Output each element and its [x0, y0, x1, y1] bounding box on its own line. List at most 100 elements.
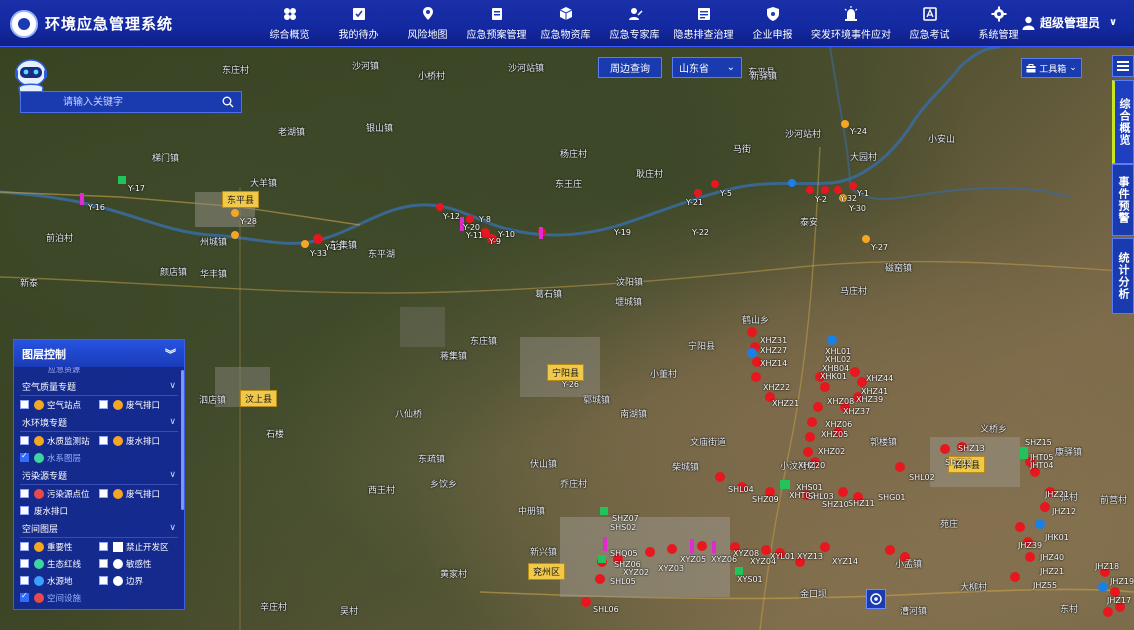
- marker-label[interactable]: Y-1: [857, 189, 869, 198]
- nearby-query-button[interactable]: 周边查询: [598, 57, 662, 78]
- marker-label[interactable]: JHT04: [1030, 461, 1053, 470]
- layer-item-gas-outlet-2[interactable]: 废气排口: [99, 488, 178, 500]
- nav-emergency-response[interactable]: 突发环境事件应对: [807, 0, 895, 47]
- layer-item-pollution-source[interactable]: 污染源点位: [20, 488, 99, 500]
- layer-item-importance[interactable]: 重要性: [20, 541, 99, 553]
- marker-label[interactable]: SHG01: [878, 493, 905, 502]
- marker-label[interactable]: XYS01: [737, 575, 763, 584]
- marker-label[interactable]: SHZ07: [612, 514, 639, 523]
- marker-label[interactable]: Y-19: [614, 228, 631, 237]
- marker-label[interactable]: XYZ08: [733, 549, 759, 558]
- checkbox[interactable]: [99, 436, 108, 445]
- marker-label[interactable]: JHZ21: [1045, 490, 1069, 499]
- marker-label[interactable]: Y-32: [840, 194, 857, 203]
- checkbox[interactable]: [20, 559, 29, 568]
- marker-label[interactable]: XYZ13: [797, 552, 823, 561]
- marker-label[interactable]: XHZ31: [760, 336, 787, 345]
- checkbox[interactable]: [99, 542, 108, 551]
- marker-label[interactable]: Y-26: [562, 380, 579, 389]
- county-label[interactable]: 宁阳县: [547, 364, 585, 381]
- marker-label[interactable]: SHS02: [610, 523, 636, 532]
- marker-label[interactable]: Y-30: [849, 204, 866, 213]
- marker-label[interactable]: XYZ02: [623, 568, 649, 577]
- layer-item-forbidden-zone[interactable]: 禁止开发区: [99, 541, 178, 553]
- marker-label[interactable]: Y-21: [686, 198, 703, 207]
- checkbox[interactable]: [20, 576, 29, 585]
- marker-label[interactable]: Y-13: [325, 243, 342, 252]
- user-menu[interactable]: 超级管理员 ∨: [1022, 14, 1117, 31]
- checkbox[interactable]: [20, 489, 29, 498]
- marker-label[interactable]: Y-10: [498, 230, 515, 239]
- toolbox-button[interactable]: 工具箱 ⌄: [1021, 58, 1082, 78]
- marker-label[interactable]: XHZ27: [760, 346, 787, 355]
- layer-item-eco-redline[interactable]: 生态红线: [20, 558, 99, 570]
- marker-label[interactable]: XHZ14: [760, 359, 787, 368]
- marker-label[interactable]: JHZ19: [1110, 577, 1134, 586]
- marker-label[interactable]: SHZ12: [945, 458, 972, 467]
- search-icon[interactable]: [222, 96, 234, 108]
- checkbox[interactable]: [99, 559, 108, 568]
- marker-label[interactable]: XHZ21: [772, 399, 799, 408]
- county-label[interactable]: 汶上县: [240, 390, 278, 407]
- search-input[interactable]: [21, 92, 222, 112]
- layer-item-spatial-facility[interactable]: 空间设施: [20, 591, 100, 604]
- marker-label[interactable]: Y-12: [443, 212, 460, 221]
- marker-label[interactable]: Y-17: [128, 184, 145, 193]
- marker-label[interactable]: XHZ37: [843, 407, 870, 416]
- nav-materials[interactable]: 应急物资库: [531, 0, 600, 47]
- checkbox-checked[interactable]: [20, 451, 29, 462]
- marker-label[interactable]: SHZ11: [848, 499, 875, 508]
- marker-label[interactable]: XHK01: [820, 372, 847, 381]
- layer-group-pollution[interactable]: 污染源专题 ∨: [20, 466, 178, 485]
- marker-label[interactable]: JHZ18: [1095, 562, 1119, 571]
- nav-risk-map[interactable]: 风险地图: [393, 0, 462, 47]
- marker-label[interactable]: Y-24: [850, 127, 867, 136]
- marker-label[interactable]: Y-2: [815, 195, 827, 204]
- nav-experts[interactable]: 应急专家库: [600, 0, 669, 47]
- marker-label[interactable]: JHZ39: [1018, 541, 1042, 550]
- marker-label[interactable]: JHZ55: [1033, 581, 1057, 590]
- county-label[interactable]: 东平县: [222, 191, 260, 208]
- checkbox-checked[interactable]: [20, 591, 29, 602]
- checkbox[interactable]: [99, 576, 108, 585]
- marker-label[interactable]: Y-22: [692, 228, 709, 237]
- marker-label[interactable]: Y-16: [88, 203, 105, 212]
- layer-item-sensitivity[interactable]: 敏感性: [99, 558, 178, 570]
- marker-label[interactable]: Y-11: [466, 231, 483, 240]
- marker-label[interactable]: JHK01: [1045, 533, 1069, 542]
- marker-label[interactable]: JHZ21: [1040, 567, 1064, 576]
- layer-item-waste-water[interactable]: 废水排口: [99, 435, 178, 447]
- checkbox[interactable]: [99, 400, 108, 409]
- checkbox[interactable]: [20, 542, 29, 551]
- marker-label[interactable]: Y-33: [310, 249, 327, 258]
- collapse-panel-button[interactable]: [1112, 55, 1134, 77]
- province-select[interactable]: 山东省 ⌄: [672, 57, 742, 78]
- marker-label[interactable]: SHQ05: [610, 549, 638, 558]
- marker-label[interactable]: XHZ05: [821, 430, 848, 439]
- tab-event-warning[interactable]: 事件预警: [1112, 164, 1134, 236]
- marker-label[interactable]: XHZ06: [825, 420, 852, 429]
- marker-label[interactable]: XHZ44: [866, 374, 893, 383]
- marker-label[interactable]: XHZ39: [856, 395, 883, 404]
- layer-item-waste-water-2[interactable]: 废水排口: [20, 505, 100, 517]
- marker-label[interactable]: XHZ22: [763, 383, 790, 392]
- checkbox[interactable]: [20, 400, 29, 409]
- layer-group-water[interactable]: 水环境专题 ∨: [20, 413, 178, 432]
- marker-label[interactable]: XHZ08: [827, 397, 854, 406]
- marker-label[interactable]: Y-8: [479, 215, 491, 224]
- layer-item-water-system[interactable]: 水系图层: [20, 451, 100, 464]
- nav-todo[interactable]: 我的待办: [324, 0, 393, 47]
- marker-label[interactable]: Y-28: [240, 217, 257, 226]
- map-locate-button[interactable]: [866, 589, 886, 609]
- marker-label[interactable]: Y-20: [463, 223, 480, 232]
- nav-enterprise-report[interactable]: 企业申报: [738, 0, 807, 47]
- marker-label[interactable]: SHZ15: [1025, 438, 1052, 447]
- nav-exam[interactable]: 应急考试: [895, 0, 964, 47]
- checkbox[interactable]: [20, 436, 29, 445]
- marker-label[interactable]: XYZ03: [658, 564, 684, 573]
- marker-label[interactable]: XHZ02: [818, 447, 845, 456]
- marker-label[interactable]: Y-5: [720, 189, 732, 198]
- layer-panel-header[interactable]: 图层控制 ︾: [14, 340, 184, 367]
- layer-panel-scrollbar[interactable]: [181, 370, 184, 510]
- layer-item-water-monitor[interactable]: 水质监测站: [20, 435, 99, 447]
